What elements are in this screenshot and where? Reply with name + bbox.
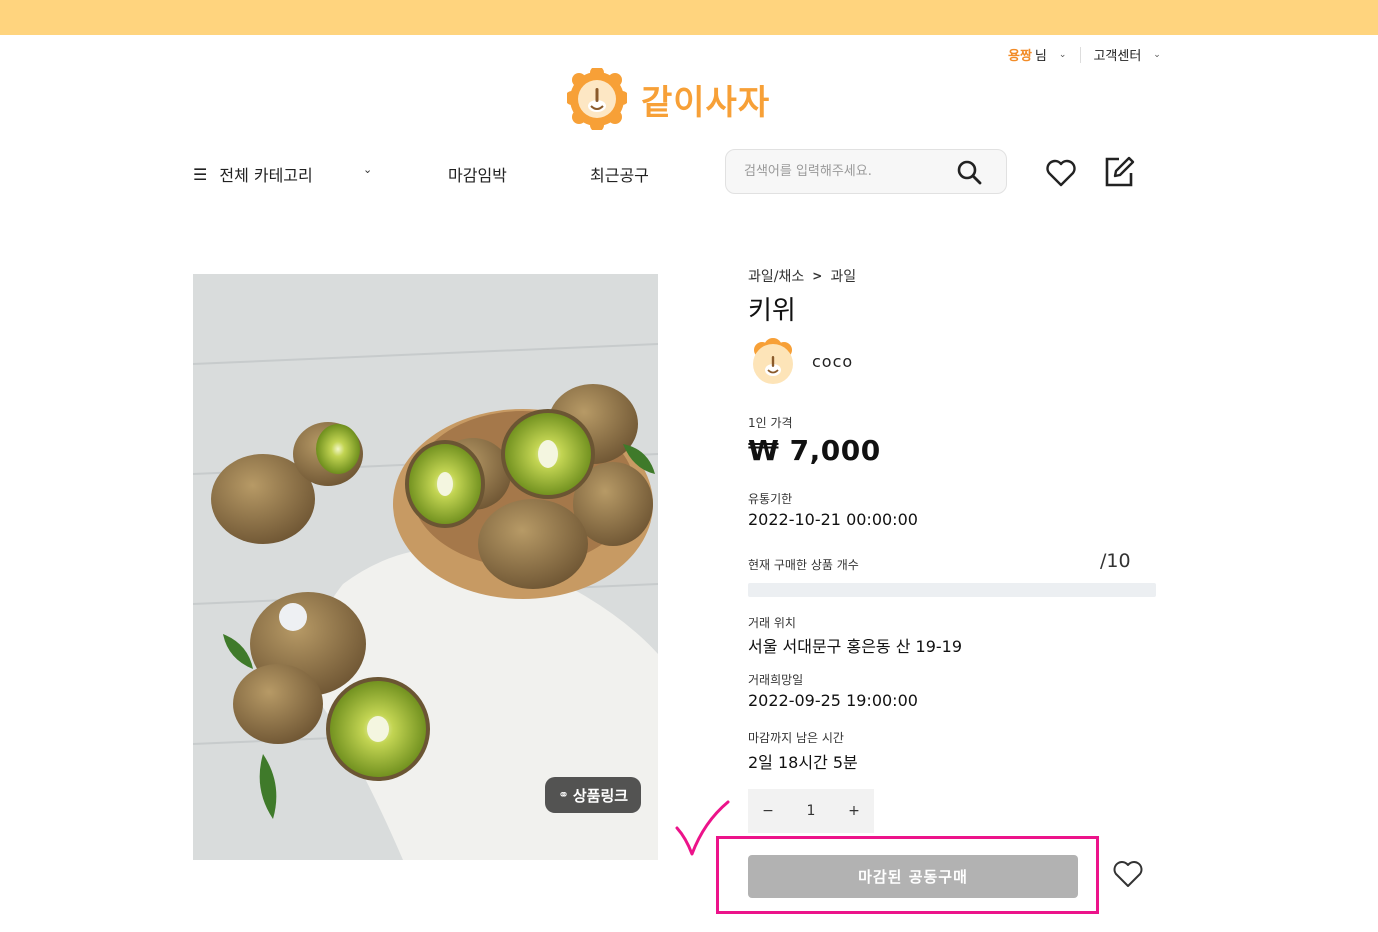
- user-menu-chevron-icon[interactable]: ⌄: [1059, 50, 1067, 60]
- price-label: 1인 가격: [748, 416, 793, 430]
- seller-name: coco: [812, 351, 854, 371]
- expiry-value: 2022-10-21 00:00:00: [748, 510, 918, 529]
- purchase-progress-bar: [748, 583, 1156, 597]
- search-box: [725, 149, 1007, 194]
- utility-divider: [1080, 46, 1082, 63]
- seller-avatar: [753, 338, 793, 384]
- search-icon[interactable]: [956, 159, 982, 189]
- menu-icon: ☰: [193, 164, 208, 184]
- expiry-label: 유통기한: [748, 492, 793, 506]
- product-link-button[interactable]: ⚭ 상품링크: [545, 777, 641, 813]
- breadcrumb-parent[interactable]: 과일/채소: [748, 266, 804, 286]
- closed-group-buy-button[interactable]: 마감된 공동구매: [748, 855, 1078, 898]
- site-logo[interactable]: 같이사자: [567, 68, 770, 130]
- customer-center-link[interactable]: 고객센터: [1093, 45, 1141, 64]
- breadcrumb-child[interactable]: 과일: [830, 266, 856, 286]
- all-categories-label: 전체 카테고리: [219, 166, 313, 185]
- seller-info[interactable]: coco: [748, 336, 853, 386]
- user-name[interactable]: 용짱: [1008, 45, 1032, 64]
- utility-bar: 용짱 님 ⌄ 고객센터 ⌄: [1008, 45, 1161, 64]
- remaining-value: 2일 18시간 5분: [748, 753, 858, 772]
- decrease-quantity-button[interactable]: −: [748, 803, 788, 819]
- remaining-label: 마감까지 남은 시간: [748, 731, 844, 745]
- logo-text: 같이사자: [641, 82, 771, 123]
- desired-date-value: 2022-09-25 19:00:00: [748, 691, 918, 710]
- wishlist-heart-icon[interactable]: [1045, 158, 1077, 192]
- search-input[interactable]: [726, 150, 946, 193]
- location-value: 서울 서대문구 홍은동 산 19-19: [748, 637, 963, 656]
- product-link-label: 상품링크: [572, 786, 629, 805]
- chevron-down-icon: ⌄: [363, 163, 373, 176]
- nav-closing-soon[interactable]: 마감임박: [448, 162, 507, 186]
- desired-date-label: 거래희망일: [748, 673, 804, 687]
- user-suffix: 님: [1034, 49, 1047, 64]
- customer-center-chevron-icon[interactable]: ⌄: [1153, 50, 1161, 60]
- purchased-label: 현재 구매한 상품 개수: [748, 558, 859, 572]
- quantity-stepper: − 1 +: [748, 789, 874, 833]
- breadcrumb: 과일/채소 > 과일: [748, 266, 856, 286]
- increase-quantity-button[interactable]: +: [834, 803, 874, 819]
- product-title: 키위: [748, 296, 796, 326]
- lion-logo-icon: [567, 68, 627, 130]
- top-banner: [0, 0, 1378, 35]
- edit-icon[interactable]: [1102, 155, 1136, 193]
- link-icon: ⚭: [557, 787, 569, 803]
- product-image: ⚭ 상품링크: [193, 274, 658, 860]
- nav-recent-group-buys[interactable]: 최근공구: [590, 162, 649, 186]
- price-value: ₩ 7,000: [748, 434, 881, 467]
- chevron-right-icon: >: [812, 269, 823, 283]
- heart-icon[interactable]: [1112, 859, 1144, 893]
- purchased-count: /10: [1100, 550, 1131, 572]
- quantity-value[interactable]: 1: [788, 803, 834, 819]
- location-label: 거래 위치: [748, 616, 796, 630]
- all-categories-menu[interactable]: ☰ 전체 카테고리 ⌄: [193, 162, 372, 186]
